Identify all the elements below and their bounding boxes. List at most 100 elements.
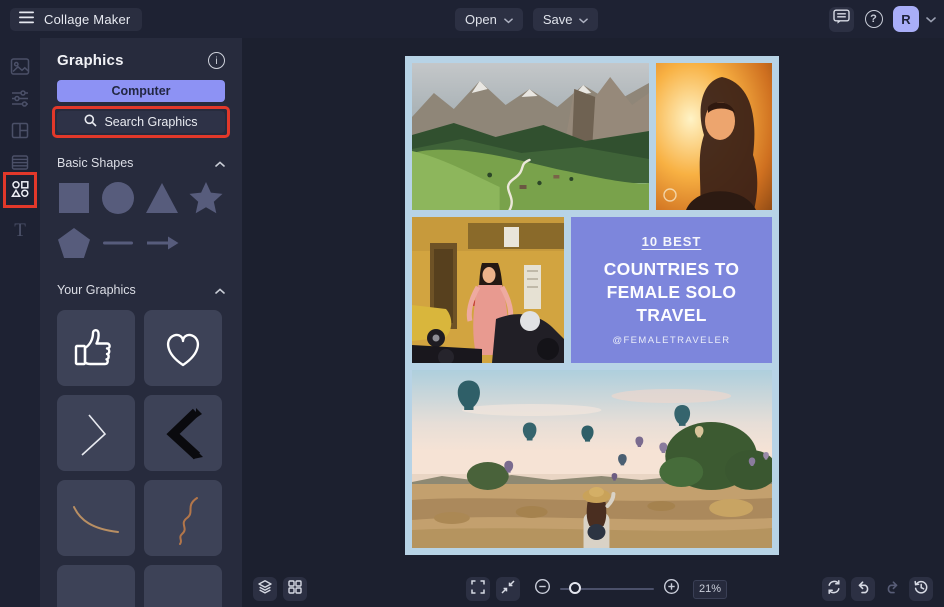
save-button[interactable]: Save <box>533 8 599 31</box>
text-block-handle: @FEMALETRAVELER <box>612 335 730 346</box>
history-controls <box>822 577 933 601</box>
search-graphics-label: Search Graphics <box>104 115 197 129</box>
open-button[interactable]: Open <box>455 8 523 31</box>
shape-pentagon[interactable] <box>57 226 91 260</box>
fullscreen-button[interactable] <box>466 577 490 601</box>
account-chevron-down-icon[interactable] <box>926 10 936 28</box>
fit-screen-icon <box>500 579 516 600</box>
zoom-slider-knob[interactable] <box>569 582 581 594</box>
top-bar: Collage Maker Open Save <box>0 0 944 38</box>
graphic-tile-pink-marker[interactable] <box>144 565 222 607</box>
panel-title: Graphics <box>57 52 124 69</box>
feedback-button[interactable] <box>829 7 854 32</box>
panel-header: Graphics i <box>57 52 225 69</box>
chevron-up-icon <box>215 281 225 299</box>
shape-triangle[interactable] <box>145 181 179 215</box>
sidebar-item-edit[interactable] <box>9 90 31 112</box>
street-scene-photo <box>412 217 564 363</box>
text-block-line1: COUNTRIES TO <box>604 258 740 281</box>
graphic-tile-pink-marker[interactable] <box>57 565 135 607</box>
layout-icon <box>10 121 30 145</box>
bottom-toolbar: 21% <box>242 570 944 607</box>
zoom-slider[interactable] <box>560 588 654 590</box>
basic-shapes-header[interactable]: Basic Shapes <box>57 154 225 172</box>
graphic-tile-tan-curve[interactable] <box>57 480 135 556</box>
main-menu-button[interactable]: Collage Maker <box>10 8 142 31</box>
your-graphics-label: Your Graphics <box>57 283 136 297</box>
graphic-tile-thumbs-up[interactable] <box>57 310 135 386</box>
save-label: Save <box>543 12 573 27</box>
collage-grid-button[interactable] <box>283 577 307 601</box>
graphic-tile-tan-squiggle[interactable] <box>144 480 222 556</box>
shape-arrow-right[interactable] <box>145 226 179 260</box>
computer-upload-button[interactable]: Computer <box>57 80 225 102</box>
history-button[interactable] <box>909 577 933 601</box>
shape-square[interactable] <box>57 181 91 215</box>
sidebar-item-patterns[interactable] <box>9 154 31 176</box>
basic-shapes-label: Basic Shapes <box>57 156 133 170</box>
zoom-controls: 21% <box>466 577 727 601</box>
collage-document: 10 BEST COUNTRIES TO FEMALE SOLO TRAVEL … <box>405 56 779 555</box>
chevron-down-icon <box>504 12 513 27</box>
undo-icon <box>855 579 872 600</box>
zoom-out-icon[interactable] <box>534 578 551 600</box>
fit-screen-button[interactable] <box>496 577 520 601</box>
graphic-tile-chevron-right[interactable] <box>57 395 135 471</box>
info-icon[interactable]: i <box>208 52 225 69</box>
sidebar-item-photos[interactable] <box>9 58 31 80</box>
collage-maker-app: Collage Maker Open Save <box>0 0 944 607</box>
text-tool-icon: T <box>14 220 26 242</box>
zoom-in-icon[interactable] <box>663 578 680 600</box>
shape-circle[interactable] <box>101 181 135 215</box>
avatar[interactable]: R <box>893 6 919 32</box>
text-block-body: COUNTRIES TO FEMALE SOLO TRAVEL <box>604 258 740 327</box>
sidebar-item-text[interactable]: T <box>9 220 31 242</box>
shape-star[interactable] <box>189 181 223 215</box>
shape-line[interactable] <box>101 226 135 260</box>
feedback-bubble-icon <box>833 9 850 30</box>
graphic-tile-brush-chevron-left[interactable] <box>144 395 222 471</box>
collage-cell-balloons[interactable] <box>412 370 772 548</box>
file-actions: Open Save <box>455 8 598 31</box>
reset-button[interactable] <box>822 577 846 601</box>
fullscreen-icon <box>470 579 486 600</box>
collage-cell-mountain[interactable] <box>412 63 649 210</box>
hot-air-balloons-photo <box>412 370 772 548</box>
basic-shapes-grid <box>57 181 225 260</box>
redo-button[interactable] <box>880 577 904 601</box>
top-right-controls: ? R <box>829 6 936 32</box>
graphics-panel: Graphics i Computer Search Graphics Basi… <box>40 38 242 607</box>
woman-portrait-photo <box>656 63 772 210</box>
layers-button[interactable] <box>253 577 277 601</box>
text-block-line3: TRAVEL <box>604 304 740 327</box>
graphic-tile-heart[interactable] <box>144 310 222 386</box>
zoom-level-readout[interactable]: 21% <box>693 580 727 599</box>
collage-cell-portrait[interactable] <box>656 63 772 210</box>
shapes-icon <box>10 179 30 204</box>
canvas-area[interactable]: 10 BEST COUNTRIES TO FEMALE SOLO TRAVEL … <box>242 38 944 570</box>
collage-grid-icon <box>287 579 303 600</box>
help-button[interactable]: ? <box>861 7 886 32</box>
history-icon <box>913 579 929 600</box>
sidebar-item-graphics[interactable] <box>9 180 31 202</box>
search-graphics-button[interactable]: Search Graphics <box>57 111 225 133</box>
search-icon <box>84 114 97 130</box>
open-label: Open <box>465 12 497 27</box>
collage-cell-text-block[interactable]: 10 BEST COUNTRIES TO FEMALE SOLO TRAVEL … <box>571 217 772 363</box>
app-title: Collage Maker <box>44 12 130 27</box>
text-block-line2: FEMALE SOLO <box>604 281 740 304</box>
redo-icon <box>884 579 901 600</box>
tool-rail: T <box>0 38 40 607</box>
chevron-down-icon <box>579 12 588 27</box>
computer-label: Computer <box>111 84 170 98</box>
reset-icon <box>826 579 842 600</box>
sliders-icon <box>10 89 30 113</box>
collage-row-1 <box>412 63 772 210</box>
image-icon <box>10 57 30 81</box>
your-graphics-header[interactable]: Your Graphics <box>57 281 225 299</box>
undo-button[interactable] <box>851 577 875 601</box>
collage-cell-street[interactable] <box>412 217 564 363</box>
your-graphics-grid <box>57 310 225 607</box>
sidebar-item-layouts[interactable] <box>9 122 31 144</box>
collage-row-3 <box>412 370 772 548</box>
